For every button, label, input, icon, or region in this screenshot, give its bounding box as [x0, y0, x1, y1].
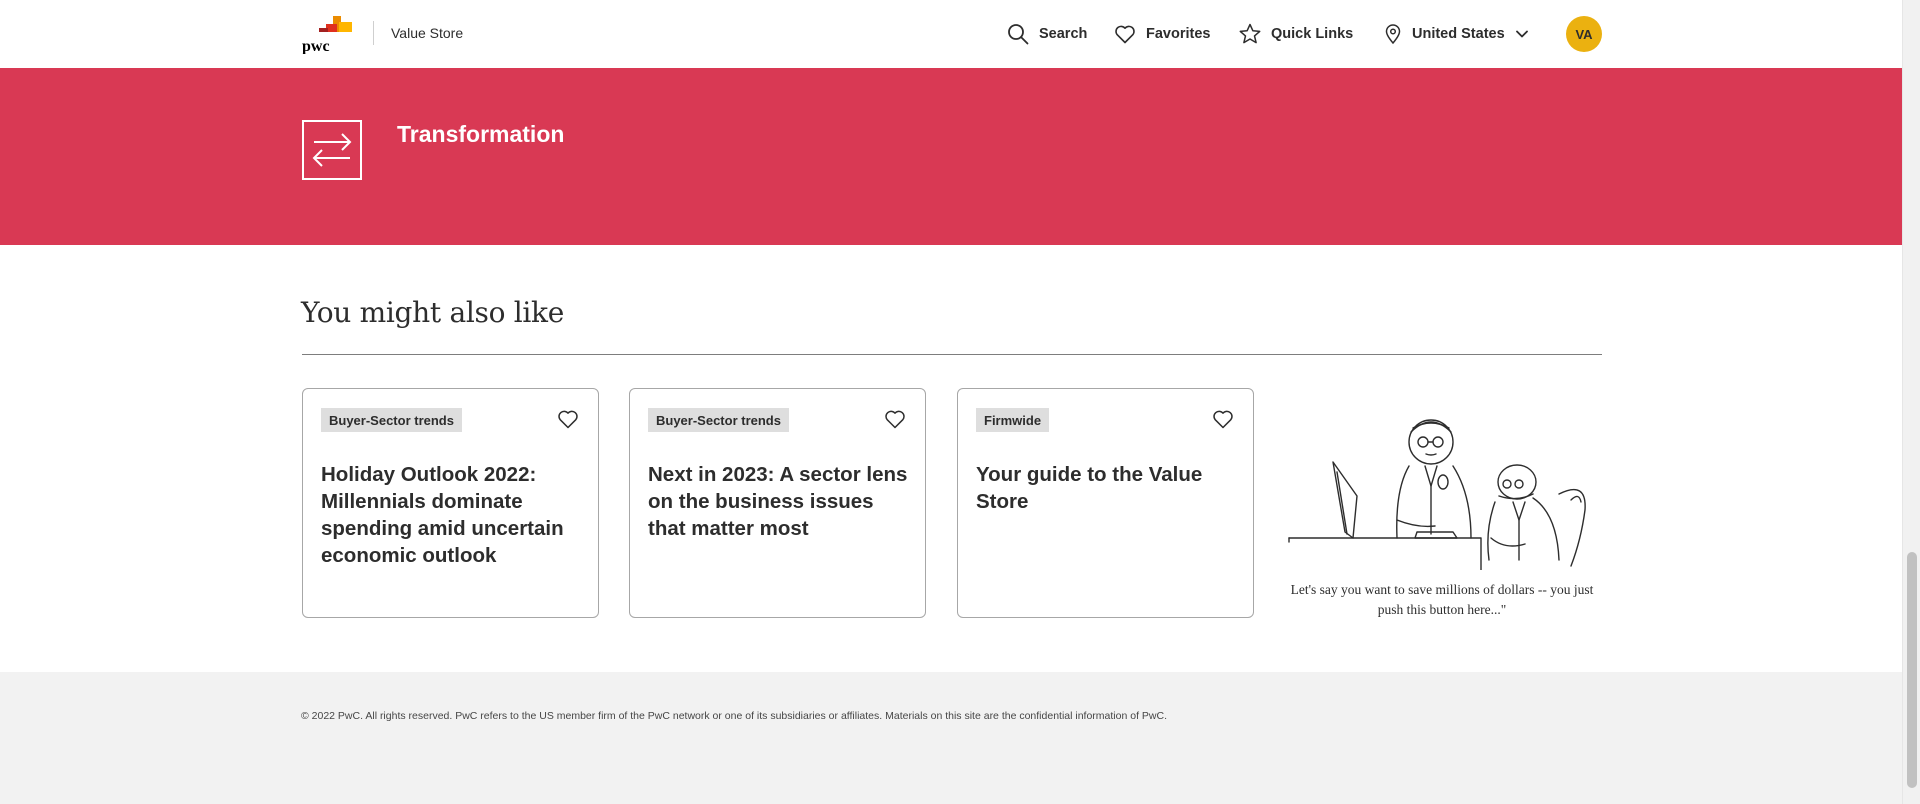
- logo-divider: [373, 21, 374, 45]
- card-title[interactable]: Next in 2023: A sector lens on the busin…: [648, 461, 910, 542]
- related-card[interactable]: Buyer-Sector trends Holiday Outlook 2022…: [302, 388, 599, 618]
- pwc-logo[interactable]: pwc: [301, 14, 353, 54]
- hero-title: Transformation: [397, 121, 565, 147]
- transfer-arrows-icon: [302, 120, 362, 180]
- region-label: United States: [1412, 26, 1505, 42]
- site-footer: © 2022 PwC. All rights reserved. PwC ref…: [0, 672, 1902, 804]
- related-section-title: You might also like: [301, 296, 564, 329]
- card-title[interactable]: Your guide to the Value Store: [976, 461, 1238, 515]
- footer-copyright: © 2022 PwC. All rights reserved. PwC ref…: [301, 710, 1167, 722]
- card-tag: Buyer-Sector trends: [321, 408, 462, 432]
- related-card[interactable]: Buyer-Sector trends Next in 2023: A sect…: [629, 388, 926, 618]
- heart-icon: [1115, 25, 1135, 44]
- quick-links-nav-button[interactable]: Quick Links: [1238, 20, 1353, 48]
- search-nav-label: Search: [1039, 26, 1088, 42]
- site-header: pwc Value Store Search Favorites Quick L…: [0, 0, 1902, 68]
- quick-links-nav-label: Quick Links: [1271, 26, 1354, 42]
- star-icon: [1239, 23, 1261, 44]
- chevron-down-icon: [1515, 30, 1528, 38]
- related-card[interactable]: Firmwide Your guide to the Value Store: [957, 388, 1254, 618]
- page-scrollbar[interactable]: [1902, 0, 1920, 804]
- favorite-heart-icon[interactable]: [556, 407, 580, 431]
- favorites-nav-button[interactable]: Favorites: [1113, 20, 1210, 48]
- favorite-heart-icon[interactable]: [883, 407, 907, 431]
- cartoon-caption: Let's say you want to save millions of d…: [1290, 582, 1594, 617]
- cartoon-illustration: [1288, 419, 1586, 570]
- category-hero: Transformation: [0, 68, 1902, 245]
- region-selector[interactable]: United States: [1383, 20, 1530, 48]
- card-tag: Buyer-Sector trends: [648, 408, 789, 432]
- svg-text:pwc: pwc: [302, 38, 330, 54]
- favorites-nav-label: Favorites: [1146, 26, 1211, 42]
- card-title[interactable]: Holiday Outlook 2022: Millennials domina…: [321, 461, 583, 569]
- scrollbar-thumb[interactable]: [1907, 552, 1917, 788]
- user-avatar[interactable]: VA: [1566, 16, 1602, 52]
- favorite-heart-icon[interactable]: [1211, 407, 1235, 431]
- location-pin-icon: [1385, 24, 1401, 45]
- section-divider: [302, 354, 1602, 355]
- search-icon: [1008, 24, 1029, 45]
- search-nav-button[interactable]: Search: [1006, 20, 1087, 48]
- brand-name[interactable]: Value Store: [391, 25, 463, 41]
- card-tag: Firmwide: [976, 408, 1050, 432]
